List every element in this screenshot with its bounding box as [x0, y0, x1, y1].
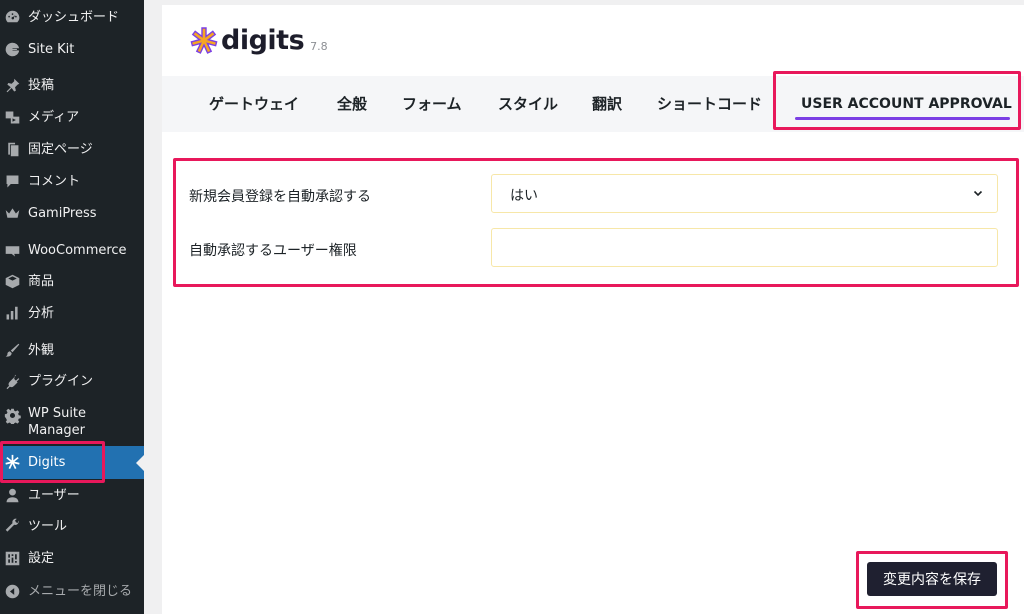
tab-shortcode[interactable]: ショートコード: [657, 76, 762, 132]
sidebar-item-label: メディア: [28, 109, 80, 125]
sidebar-item-label: ツール: [28, 518, 68, 534]
collapse-arrow-icon: [2, 581, 22, 601]
admin-sidebar: ダッシュボード Site Kit 投稿 メディア 固定ページ コメント Gami…: [0, 0, 144, 614]
comment-icon: [2, 171, 22, 191]
settings-tabs: ゲートウェイ 全般 フォーム スタイル 翻訳 ショートコード USER ACCO…: [162, 76, 1024, 132]
sidebar-item-pages[interactable]: 固定ページ: [0, 138, 144, 160]
sidebar-item-label: 分析: [28, 305, 55, 321]
approve-role-input[interactable]: [491, 228, 998, 267]
sidebar-item-label: 設定: [28, 550, 55, 566]
tab-general[interactable]: 全般: [337, 76, 367, 132]
gear-icon: [2, 405, 22, 425]
sidebar-item-site-kit[interactable]: Site Kit: [0, 38, 144, 60]
box-icon: [2, 271, 22, 291]
sidebar-item-label: ユーザー: [28, 487, 80, 503]
sidebar-item-label: ダッシュボード: [28, 9, 120, 25]
brand-version: 7.8: [310, 40, 328, 53]
auto-approve-label: 新規会員登録を自動承認する: [189, 189, 371, 205]
pin-icon: [2, 75, 22, 95]
digits-brand: digits 7.8: [190, 27, 328, 55]
settings-sliders-icon: [2, 548, 22, 568]
sidebar-item-label: 商品: [28, 273, 55, 289]
user-icon: [2, 485, 22, 505]
google-g-icon: [2, 39, 22, 59]
sidebar-item-label: プラグイン: [28, 373, 94, 389]
auto-approve-select[interactable]: はい: [491, 174, 998, 213]
sidebar-item-analytics[interactable]: 分析: [0, 302, 144, 324]
digits-settings-panel: digits 7.8 ゲートウェイ 全般 フォーム スタイル 翻訳 ショートコー…: [162, 5, 1024, 614]
sidebar-item-plugins[interactable]: プラグイン: [0, 370, 144, 392]
sidebar-item-label: 投稿: [28, 77, 55, 93]
auto-approve-value: はい: [510, 188, 538, 204]
dashboard-icon: [2, 7, 22, 27]
sidebar-item-label: Digits: [28, 455, 66, 470]
sidebar-item-label: 外観: [28, 342, 55, 358]
tab-translation[interactable]: 翻訳: [592, 76, 622, 132]
sidebar-item-wp-suite-manager[interactable]: WP Suite Manager: [0, 405, 144, 439]
brush-icon: [2, 340, 22, 360]
active-indicator-arrow: [136, 454, 144, 471]
tab-style[interactable]: スタイル: [498, 76, 558, 132]
media-icon: [2, 107, 22, 127]
sidebar-item-woocommerce[interactable]: WooCommerce: [0, 239, 144, 261]
sidebar-item-users[interactable]: ユーザー: [0, 484, 144, 506]
collapse-menu-label: メニューを閉じる: [28, 583, 133, 599]
sidebar-item-label: Site Kit: [28, 41, 75, 57]
sidebar-item-settings[interactable]: 設定: [0, 547, 144, 569]
wrench-icon: [2, 516, 22, 536]
collapse-menu-button[interactable]: メニューを閉じる: [0, 580, 144, 602]
sidebar-item-label: コメント: [28, 173, 81, 189]
sidebar-item-label: 固定ページ: [28, 141, 93, 157]
tab-form[interactable]: フォーム: [402, 76, 462, 132]
chevron-down-icon: [973, 190, 983, 197]
sidebar-item-gamipress[interactable]: GamiPress: [0, 202, 144, 224]
plug-icon: [2, 371, 22, 391]
tab-gateway[interactable]: ゲートウェイ: [209, 76, 299, 132]
approve-role-label: 自動承認するユーザー権限: [189, 243, 357, 259]
bar-chart-icon: [2, 303, 22, 323]
sidebar-item-media[interactable]: メディア: [0, 106, 144, 128]
sidebar-item-label: WooCommerce: [28, 242, 127, 258]
digits-asterisk-icon: [2, 453, 22, 473]
sidebar-item-label: GamiPress: [28, 205, 97, 221]
save-changes-button[interactable]: 変更内容を保存: [867, 562, 997, 596]
sidebar-item-tools[interactable]: ツール: [0, 515, 144, 537]
digits-logo-icon: [190, 27, 218, 54]
sidebar-item-posts[interactable]: 投稿: [0, 74, 144, 96]
sidebar-item-label: WP Suite Manager: [28, 406, 87, 438]
active-tab-underline: [795, 117, 1010, 120]
sidebar-item-dashboard[interactable]: ダッシュボード: [0, 6, 144, 28]
page-icon: [2, 139, 22, 159]
sidebar-item-digits[interactable]: Digits: [0, 446, 144, 479]
crown-icon: [2, 203, 22, 223]
woo-icon: [2, 240, 22, 260]
tab-user-account-approval[interactable]: USER ACCOUNT APPROVAL: [801, 76, 1012, 132]
sidebar-item-comments[interactable]: コメント: [0, 170, 144, 192]
sidebar-item-appearance[interactable]: 外観: [0, 339, 144, 361]
brand-name: digits: [221, 25, 305, 56]
sidebar-item-products[interactable]: 商品: [0, 270, 144, 292]
